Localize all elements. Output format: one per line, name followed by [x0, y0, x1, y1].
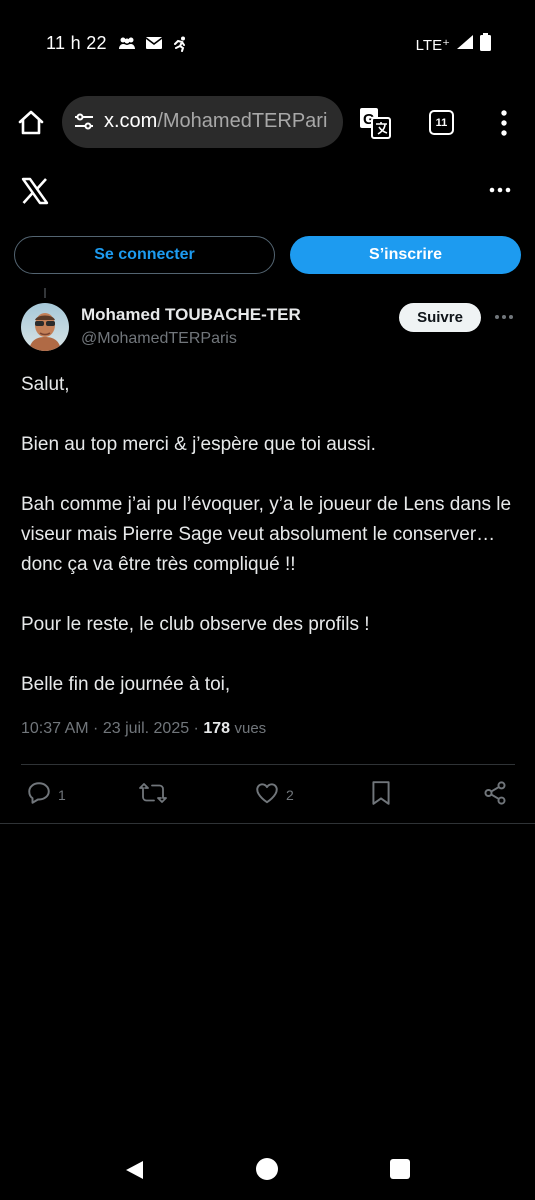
- bookmark-button[interactable]: [369, 780, 393, 809]
- url-text: x.com/MohamedTERPari: [104, 110, 327, 133]
- url-path: /MohamedTERPari: [157, 110, 328, 132]
- home-nav-icon[interactable]: [256, 1158, 278, 1180]
- reply-count: 1: [58, 786, 66, 803]
- signup-button[interactable]: S’inscrire: [290, 236, 521, 274]
- more-icon[interactable]: [487, 180, 513, 200]
- recents-icon[interactable]: [390, 1159, 410, 1179]
- reply-button[interactable]: 1: [26, 780, 66, 809]
- tabs-icon[interactable]: 11: [429, 110, 454, 135]
- share-button[interactable]: [482, 780, 508, 809]
- views-count: 178: [203, 720, 231, 737]
- tweet-more-icon[interactable]: [494, 310, 514, 324]
- tweet-actions: 1 2: [0, 780, 535, 810]
- tweet-paragraph: Bien au top merci & j’espère que toi aus…: [21, 434, 376, 455]
- system-nav-bar: [0, 1140, 535, 1200]
- bookmark-icon: [369, 780, 393, 809]
- battery-icon: [480, 33, 491, 56]
- status-time: 11 h 22: [46, 33, 107, 53]
- views-label: vues: [234, 720, 267, 737]
- status-notification-icons: [118, 36, 188, 52]
- avatar[interactable]: [21, 303, 69, 351]
- overflow-menu-icon[interactable]: [494, 108, 514, 138]
- author-name[interactable]: Mohamed TOUBACHE-TER: [81, 305, 301, 325]
- like-button[interactable]: 2: [254, 780, 294, 809]
- divider: [0, 823, 535, 824]
- running-icon: [172, 36, 188, 52]
- status-bar: 11 h 22 LTE⁺: [0, 0, 535, 88]
- login-button[interactable]: Se connecter: [14, 236, 275, 274]
- tweet-paragraph: Salut,: [21, 374, 70, 395]
- site-settings-icon[interactable]: [73, 111, 95, 138]
- group-icon: [118, 36, 136, 52]
- divider: [21, 764, 515, 765]
- author-handle[interactable]: @MohamedTERParis: [81, 330, 237, 348]
- url-domain: x.com: [104, 110, 158, 132]
- retweet-icon: [139, 780, 167, 809]
- home-icon[interactable]: [16, 108, 46, 138]
- tweet-meta: 10:37 AM · 23 juil. 2025 · 178 vues: [21, 720, 266, 738]
- signal-icon: [456, 34, 474, 55]
- thread-connector: [44, 288, 46, 298]
- tweet-paragraph: Belle fin de journée à toi,: [21, 674, 231, 695]
- network-type: LTE⁺: [415, 36, 450, 54]
- share-icon: [482, 780, 508, 809]
- status-system-icons: LTE⁺: [416, 33, 491, 56]
- tweet-paragraph: Bah comme j’ai pu l’évoquer, y’a le joue…: [21, 494, 512, 575]
- follow-button[interactable]: Suivre: [399, 303, 481, 332]
- browser-toolbar: x.com/MohamedTERPari G 11: [0, 96, 535, 150]
- tweet-paragraph: Pour le reste, le club observe des profi…: [21, 614, 370, 635]
- retweet-button[interactable]: [139, 780, 173, 809]
- x-logo-icon[interactable]: [20, 176, 50, 206]
- translate-icon[interactable]: G: [359, 107, 391, 139]
- tweet-text: Salut, Bien au top merci & j’espère que …: [21, 370, 517, 700]
- heart-icon: [254, 780, 280, 809]
- back-icon[interactable]: [123, 1159, 145, 1186]
- address-bar[interactable]: x.com/MohamedTERPari: [62, 96, 343, 148]
- reply-icon: [26, 780, 52, 809]
- tweet-timestamp[interactable]: 10:37 AM · 23 juil. 2025 ·: [21, 720, 203, 737]
- mail-icon: [145, 36, 163, 52]
- like-count: 2: [286, 786, 294, 803]
